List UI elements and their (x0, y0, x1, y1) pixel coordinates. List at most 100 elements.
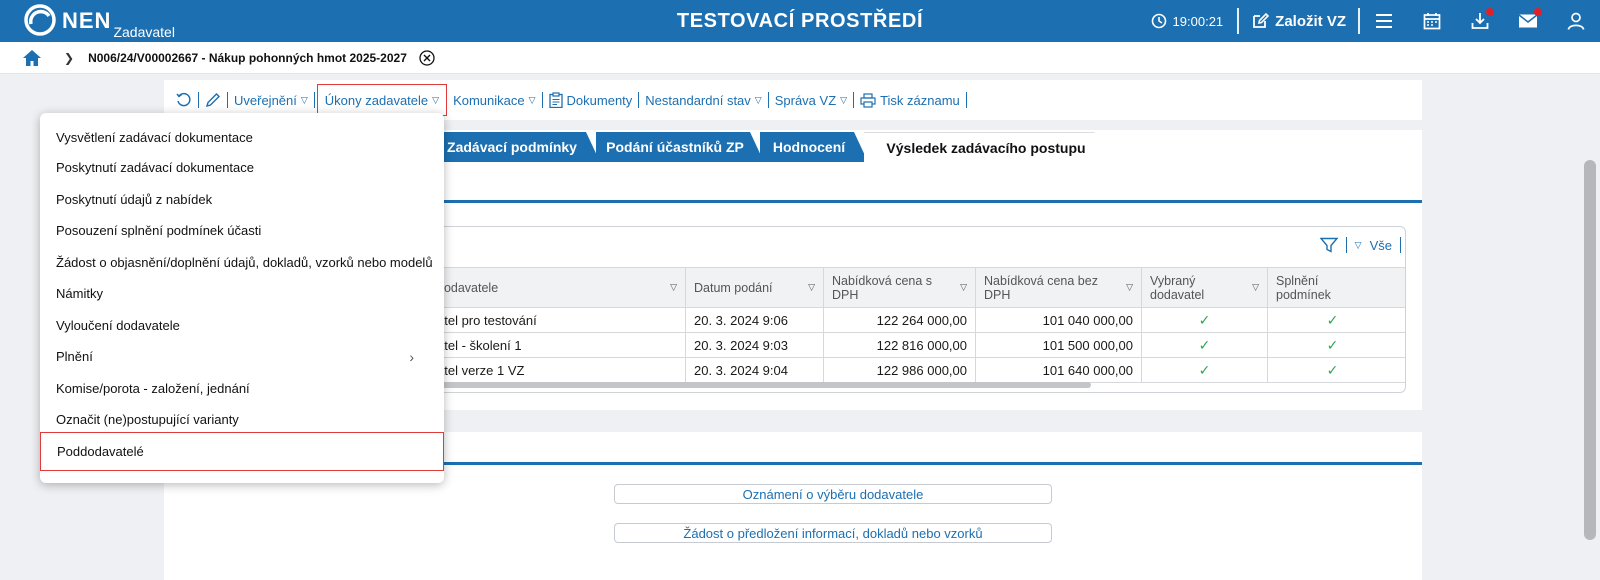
toolbar-nonstandard-state-label: Nestandardní stav (645, 92, 751, 108)
menu-item-subcontractors[interactable]: Poddodavatelé (40, 432, 444, 471)
grid-tools: ▽ Vše (1319, 237, 1401, 253)
calendar-button[interactable] (1408, 0, 1456, 42)
column-filter-icon[interactable]: ▽ (960, 280, 967, 294)
tab-contract-conditions[interactable]: Zadávací podmínky (434, 132, 600, 162)
toolbar-divider (965, 92, 967, 108)
menu-item-label: Vyloučení dodavatele (56, 318, 180, 333)
request-documents-button[interactable]: Žádost o předložení informací, dokladů n… (614, 523, 1052, 543)
toolbar-nonstandard-state[interactable]: Nestandardní stav ▽ (639, 84, 767, 116)
close-icon[interactable] (419, 49, 435, 66)
column-header-submission-date[interactable]: Datum podání ▽ (685, 268, 823, 308)
check-icon: ✓ (1267, 358, 1397, 382)
column-header-label: Vybraný dodavatel (1150, 274, 1205, 302)
session-clock: 19:00:21 (1151, 13, 1224, 29)
cell-price-vat: 122 986 000,00 (823, 358, 975, 382)
check-icon: ✓ (1267, 308, 1397, 332)
check-icon: ✓ (1141, 308, 1267, 332)
printer-icon (860, 92, 876, 108)
menu-item-tender-doc-explanation[interactable]: Vysvětlení zadávací dokumentace (40, 122, 444, 153)
column-header-label: Nabídková cena bez DPH (984, 274, 1098, 302)
menu-item-objections[interactable]: Námitky (40, 278, 444, 309)
cell-price-vat: 122 264 000,00 (823, 308, 975, 332)
toolbar-publication[interactable]: Uveřejnění ▽ (228, 84, 314, 116)
toolbar-print-record-label: Tisk záznamu (880, 92, 960, 108)
column-header-price-without-vat[interactable]: Nabídková cena bez DPH ▽ (975, 268, 1141, 308)
menu-item-label: Označit (ne)postupující varianty (56, 412, 239, 427)
cell-price-novat: 101 500 000,00 (975, 333, 1141, 357)
column-header-supplier[interactable]: dodavatele ▽ (429, 268, 685, 308)
toolbar-documents[interactable]: Dokumenty (543, 84, 639, 116)
cell-date: 20. 3. 2024 9:04 (685, 358, 823, 382)
grid-view-filter[interactable]: Vše (1370, 238, 1392, 253)
cell-supplier: atel verze 1 VZ (437, 362, 525, 378)
contracting-actions-menu: Vysvětlení zadávací dokumentace Poskytnu… (40, 113, 444, 483)
column-filter-icon[interactable]: ▽ (670, 280, 677, 294)
messages-button[interactable] (1504, 0, 1552, 42)
menu-item-label: Vysvětlení zadávací dokumentace (56, 130, 253, 145)
menu-item-label: Posouzení splnění podmínek účasti (56, 223, 262, 238)
grid-tools-divider (1345, 237, 1347, 253)
menu-item-label: Plnění (56, 349, 93, 364)
tab-participant-submissions[interactable]: Podání účastníků ZP (596, 132, 764, 162)
menu-item-label: Námitky (56, 286, 103, 301)
toolbar-vz-management[interactable]: Správa VZ ▽ (769, 84, 853, 116)
divider (1237, 8, 1240, 34)
filter-icon[interactable] (1319, 237, 1338, 253)
new-vz-button[interactable]: Založit VZ (1239, 12, 1358, 30)
column-filter-icon[interactable]: ▽ (1126, 280, 1133, 294)
menu-item-tender-doc-provision[interactable]: Poskytnutí zadávací dokumentace (40, 152, 444, 183)
menu-item-committee[interactable]: Komise/porota - založení, jednání (40, 373, 444, 404)
menu-item-qualification-assessment[interactable]: Posouzení splnění podmínek účasti (40, 215, 444, 246)
logo-text: NEN (62, 8, 112, 33)
column-filter-icon[interactable]: ▽ (1252, 280, 1259, 294)
column-filter-icon[interactable]: ▽ (808, 280, 815, 294)
edit-button[interactable] (199, 84, 227, 116)
tab-evaluation[interactable]: Hodnocení (760, 132, 868, 162)
menu-item-clarification-request[interactable]: Žádost o objasnění/doplnění údajů, dokla… (40, 247, 444, 278)
calendar-icon (1423, 13, 1441, 30)
toolbar-print-record[interactable]: Tisk záznamu (854, 84, 966, 116)
home-button[interactable] (22, 48, 42, 68)
menu-item-label: Poskytnutí údajů z nabídek (56, 192, 213, 207)
toolbar-contracting-actions[interactable]: Úkony zadavatele ▽ (316, 84, 448, 116)
toolbar-divider (313, 92, 315, 108)
column-header-price-with-vat[interactable]: Nabídková cena s DPH ▽ (823, 268, 975, 308)
cell-supplier: atel - školení 1 (437, 337, 522, 353)
column-header-label: Nabídková cena s DPH (832, 274, 933, 302)
menu-item-mark-variants[interactable]: Označit (ne)postupující varianty (40, 404, 444, 435)
page-scrollbar[interactable] (1584, 160, 1596, 540)
notification-dot (1486, 8, 1494, 16)
chevron-right-icon: ❯ (64, 50, 75, 65)
menu-item-offer-data-provision[interactable]: Poskytnutí údajů z nabídek (40, 184, 444, 215)
clock-time: 19:00:21 (1172, 13, 1224, 29)
refresh-button[interactable] (170, 84, 198, 116)
tab-label: Výsledek zadávacího postupu (886, 139, 1086, 156)
notification-dot (1534, 8, 1542, 16)
dropdown-triangle-icon: ▽ (1354, 239, 1362, 250)
edit-icon (1253, 12, 1270, 28)
selection-notice-button[interactable]: Oznámení o výběru dodavatele (614, 484, 1052, 504)
toolbar-contracting-actions-label: Úkony zadavatele (324, 92, 429, 108)
tab-label: Hodnocení (772, 139, 846, 155)
breadcrumb: ❯ N006/24/V00002667 - Nákup pohonných hm… (0, 42, 1600, 74)
hamburger-icon (1376, 14, 1392, 28)
menu-button[interactable] (1360, 0, 1408, 42)
downloads-button[interactable] (1456, 0, 1504, 42)
cell-price-novat: 101 040 000,00 (975, 308, 1141, 332)
tab-procedure-result[interactable]: Výsledek zadávacího postupu (864, 132, 1118, 162)
cell-date: 20. 3. 2024 9:03 (685, 333, 823, 357)
toolbar-communication[interactable]: Komunikace ▽ (447, 84, 541, 116)
dropdown-triangle-icon: ▽ (754, 94, 762, 105)
column-header-selected-supplier[interactable]: Vybraný dodavatel ▽ (1141, 268, 1267, 308)
nen-logo[interactable]: NEN Zadavatel (24, 4, 175, 40)
pencil-icon (205, 93, 220, 108)
logo-subtitle: Zadavatel (113, 24, 175, 40)
column-header-conditions-met[interactable]: Splnění podmínek (1267, 268, 1405, 308)
toolbar-publication-label: Uveřejnění (234, 92, 297, 108)
menu-item-supplier-exclusion[interactable]: Vyloučení dodavatele (40, 310, 444, 341)
tab-label: Podání účastníků ZP (606, 139, 744, 155)
check-icon: ✓ (1267, 333, 1397, 357)
menu-item-fulfillment[interactable]: Plnění › (40, 341, 444, 372)
cell-supplier: atel pro testování (437, 312, 537, 328)
user-button[interactable] (1552, 0, 1600, 42)
